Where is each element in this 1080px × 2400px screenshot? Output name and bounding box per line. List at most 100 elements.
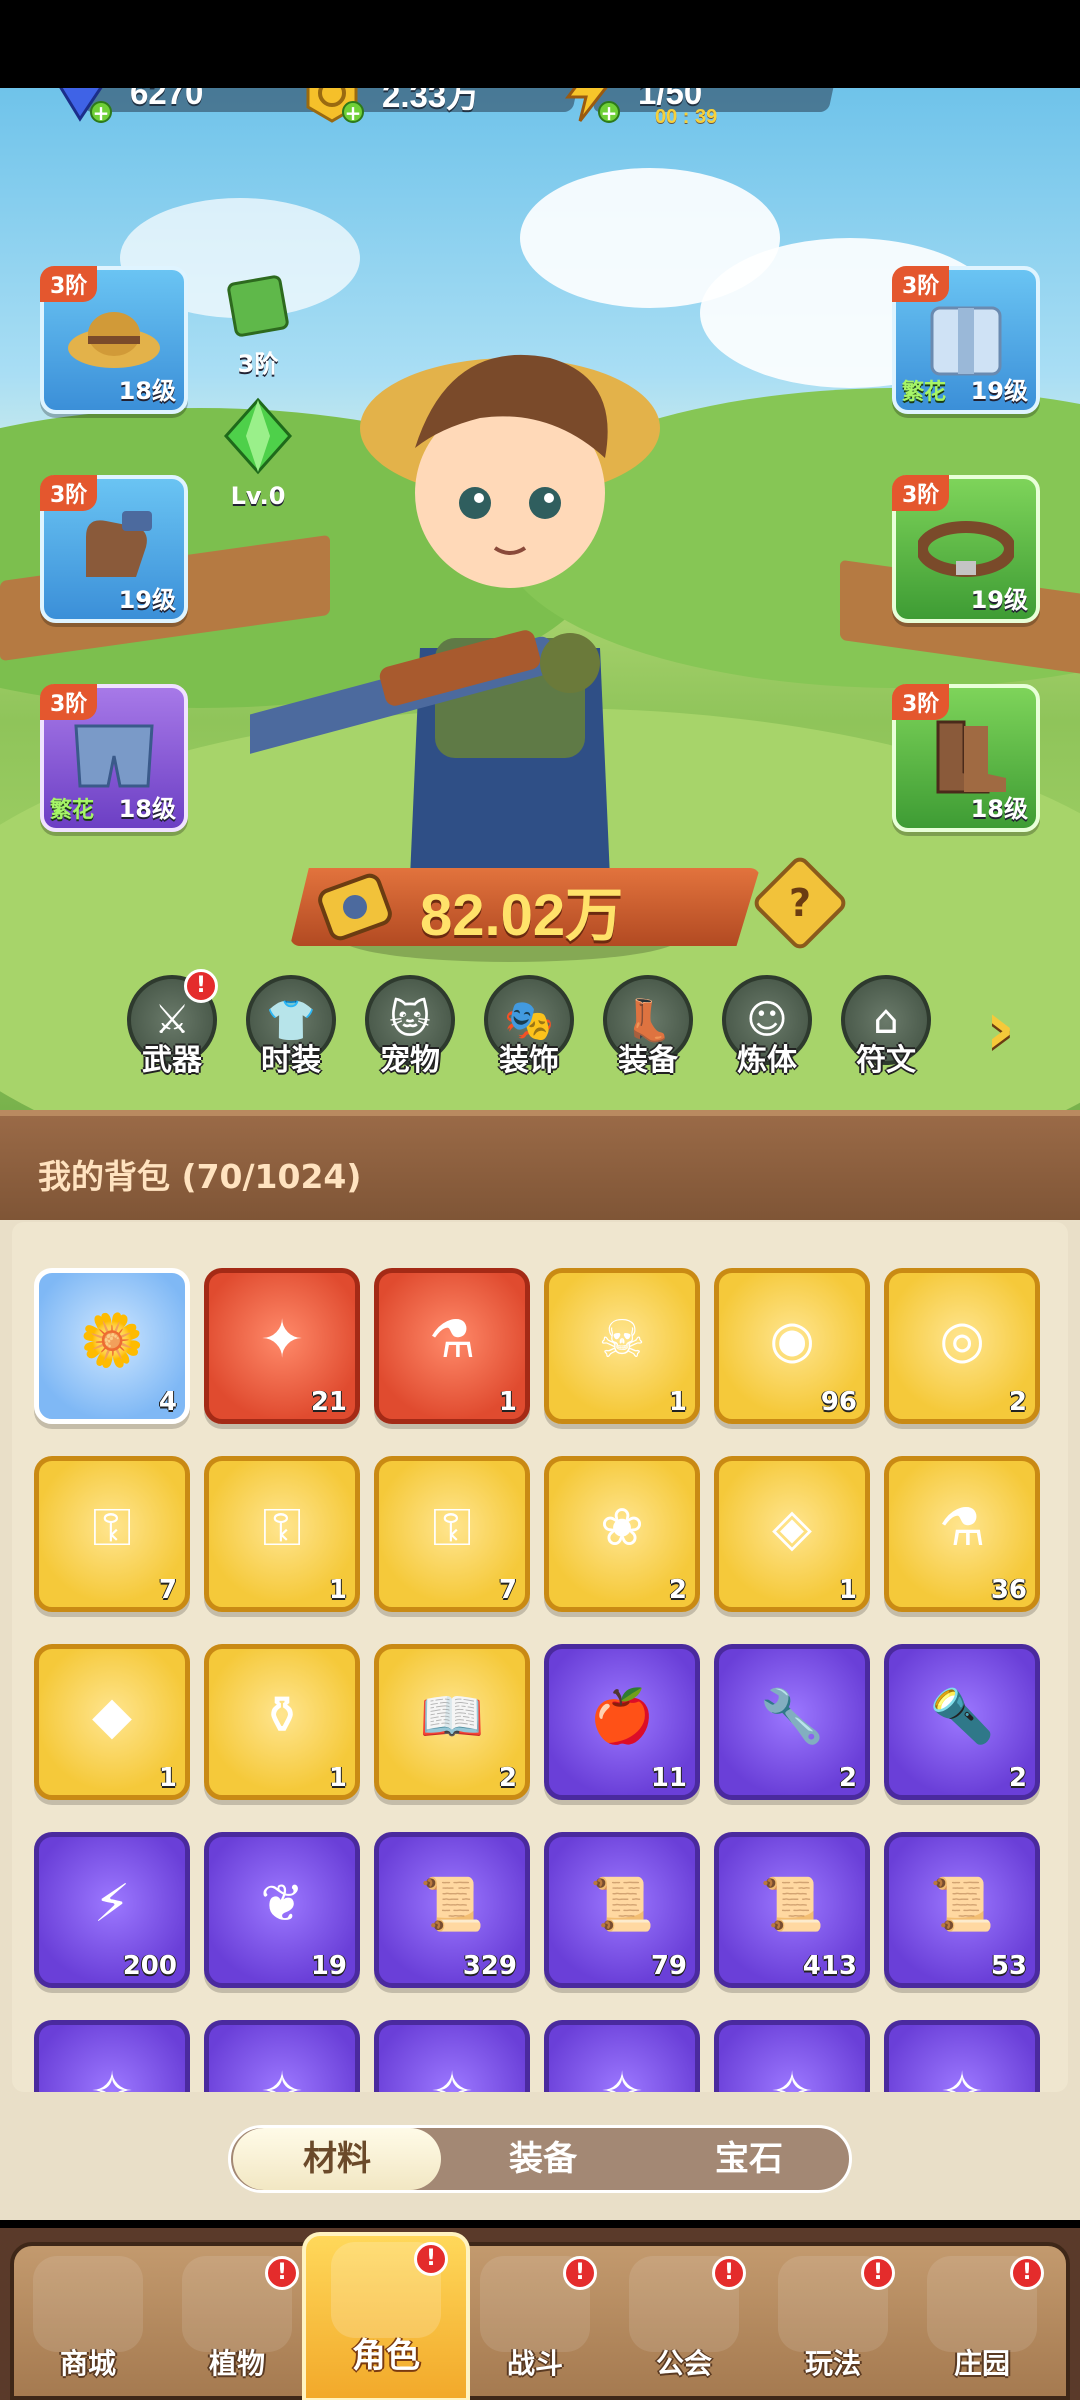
bag-item[interactable]: ⚗ 36 bbox=[884, 1456, 1040, 1612]
tier-label: 3阶 bbox=[892, 684, 950, 720]
gold-counter[interactable]: + 2.33万 bbox=[300, 88, 580, 123]
bag-item[interactable]: 🔦 2 bbox=[884, 1644, 1040, 1800]
bag-item[interactable]: ✧ bbox=[884, 2020, 1040, 2092]
bag-item[interactable]: ◉ 96 bbox=[714, 1268, 870, 1424]
bag-item[interactable]: ⚿ 7 bbox=[34, 1456, 190, 1612]
bag-item[interactable]: ✧ bbox=[204, 2020, 360, 2092]
nav-item[interactable]: 植物! bbox=[167, 2250, 307, 2400]
bag-item[interactable]: 🍎 11 bbox=[544, 1644, 700, 1800]
nav-icon bbox=[33, 2256, 143, 2352]
equip-slot-belt[interactable]: 3阶 19级 bbox=[892, 475, 1040, 623]
combat-power: 82.02万 bbox=[290, 862, 770, 950]
bag-item[interactable]: ✧ bbox=[714, 2020, 870, 2092]
item-count: 1 bbox=[328, 1763, 347, 1793]
item-count: 2 bbox=[1008, 1763, 1027, 1793]
level-label: 18级 bbox=[970, 795, 1028, 823]
bag-item[interactable]: ❀ 2 bbox=[544, 1456, 700, 1612]
level-label: 19级 bbox=[970, 586, 1028, 614]
category-decoration[interactable]: 🎭 装饰 bbox=[479, 975, 579, 1079]
category-weapon[interactable]: ⚔ 武器 ! bbox=[122, 969, 222, 1079]
tab-materials[interactable]: 材料 bbox=[233, 2128, 441, 2190]
bag-item[interactable]: ☠ 1 bbox=[544, 1268, 700, 1424]
chevron-right-icon[interactable]: › bbox=[985, 985, 1016, 1071]
item-icon: ✧ bbox=[430, 2062, 474, 2092]
rarity-tag: 繁花 bbox=[902, 380, 947, 405]
item-count: 329 bbox=[462, 1951, 517, 1981]
category-outfit[interactable]: 👕 时装 bbox=[241, 975, 341, 1079]
level-label: 18级 bbox=[118, 377, 176, 405]
category-equipment[interactable]: 👢 装备 bbox=[598, 975, 698, 1079]
alert-badge: ! bbox=[1010, 2256, 1044, 2290]
bag-item[interactable]: ⚿ 7 bbox=[374, 1456, 530, 1612]
bag-item[interactable]: ⚗ 1 bbox=[374, 1268, 530, 1424]
nav-item[interactable]: 玩法! bbox=[763, 2250, 903, 2400]
bag-item[interactable]: 🔧 2 bbox=[714, 1644, 870, 1800]
scroll-upgrade[interactable]: 3阶 bbox=[212, 274, 304, 379]
nav-item[interactable]: 公会! bbox=[614, 2250, 754, 2400]
item-icon: ✧ bbox=[260, 2062, 304, 2092]
category-pet[interactable]: 🐱 宠物 bbox=[360, 975, 460, 1079]
book-icon: 📖 bbox=[419, 1686, 485, 1747]
equip-slot-gloves[interactable]: 3阶 19级 bbox=[40, 475, 188, 623]
bag-item[interactable]: ❦ 19 bbox=[204, 1832, 360, 1988]
add-energy-icon[interactable]: + bbox=[598, 101, 620, 123]
equip-slot-boots[interactable]: 3阶 18级 bbox=[892, 684, 1040, 832]
bag-item[interactable]: ✧ bbox=[544, 2020, 700, 2092]
item-count: 1 bbox=[328, 1575, 347, 1605]
nav-item[interactable]: 战斗! bbox=[465, 2250, 605, 2400]
tier-label: 3阶 bbox=[40, 266, 98, 302]
bag-item[interactable]: ✦ 21 bbox=[204, 1268, 360, 1424]
equip-slot-overalls[interactable]: 3阶 繁花 19级 bbox=[892, 266, 1040, 414]
bag-item[interactable]: 📜 413 bbox=[714, 1832, 870, 1988]
tab-equipment[interactable]: 装备 bbox=[439, 2128, 647, 2190]
category-body-refine[interactable]: ☺ 炼体 bbox=[717, 975, 817, 1079]
item-count: 1 bbox=[158, 1763, 177, 1793]
flashlight-icon: 🔦 bbox=[929, 1686, 995, 1747]
bag-item[interactable]: ⚿ 1 bbox=[204, 1456, 360, 1612]
equip-slot-hat[interactable]: 3阶 18级 bbox=[40, 266, 188, 414]
energy-amount: 1/50 bbox=[638, 88, 703, 111]
add-gems-icon[interactable]: + bbox=[90, 101, 112, 123]
question-icon: ? bbox=[788, 881, 812, 925]
bag-item[interactable]: ⚱ 1 bbox=[204, 1644, 360, 1800]
ruby-key-icon: ⚿ bbox=[92, 1497, 132, 1558]
equip-slot-shorts[interactable]: 3阶 繁花 18级 bbox=[40, 684, 188, 832]
alert-badge: ! bbox=[414, 2242, 448, 2276]
straw-hat-icon bbox=[66, 298, 162, 378]
add-gold-icon[interactable]: + bbox=[342, 101, 364, 123]
bag-item[interactable]: 📖 2 bbox=[374, 1644, 530, 1800]
bag-tabs: 材料 装备 宝石 bbox=[228, 2125, 852, 2193]
bag-item[interactable]: ◆ 1 bbox=[34, 1644, 190, 1800]
category-rune[interactable]: ⌂ 符文 bbox=[836, 975, 936, 1079]
belt-icon bbox=[916, 507, 1016, 587]
lightning-icon: + bbox=[556, 88, 620, 125]
bag-item[interactable]: 🌼 4 bbox=[34, 1268, 190, 1424]
category-label: 武器 bbox=[142, 1043, 202, 1078]
purple-scroll-icon: 📜 bbox=[589, 1874, 655, 1935]
item-count: 11 bbox=[650, 1763, 687, 1793]
bag-item[interactable]: 📜 329 bbox=[374, 1832, 530, 1988]
bag-item[interactable]: 📜 53 bbox=[884, 1832, 1040, 1988]
character-scene: + 6270 + 2.33万 + 1/50 00 : 39 3阶 18级 3阶 … bbox=[0, 88, 1080, 1110]
category-label: 时装 bbox=[261, 1043, 321, 1078]
bag-item[interactable]: ✧ bbox=[34, 2020, 190, 2092]
bag-item[interactable]: ◎ 2 bbox=[884, 1268, 1040, 1424]
alert-badge: ! bbox=[184, 969, 218, 1003]
nav-item[interactable]: 角色! bbox=[302, 2232, 470, 2400]
bag-item[interactable]: ◈ 1 bbox=[714, 1456, 870, 1612]
bag-item[interactable]: ✧ bbox=[374, 2020, 530, 2092]
bag-item[interactable]: 📜 79 bbox=[544, 1832, 700, 1988]
gem-level[interactable]: Lv.0 bbox=[212, 396, 304, 510]
tier-label: 3阶 bbox=[40, 684, 98, 720]
alert-badge: ! bbox=[861, 2256, 895, 2290]
red-potion-icon: ⚗ bbox=[428, 1310, 476, 1370]
gold-coin-icon: + bbox=[300, 88, 364, 125]
item-count: 413 bbox=[802, 1951, 857, 1981]
gem-counter[interactable]: + 6270 bbox=[48, 88, 328, 123]
nav-item[interactable]: 商城 bbox=[18, 2250, 158, 2400]
tab-gems[interactable]: 宝石 bbox=[645, 2128, 853, 2190]
status-bar bbox=[0, 0, 1080, 88]
bag-item[interactable]: ⚡ 200 bbox=[34, 1832, 190, 1988]
nav-item[interactable]: 庄园! bbox=[912, 2250, 1052, 2400]
scroll-tier-label: 3阶 bbox=[237, 350, 279, 378]
